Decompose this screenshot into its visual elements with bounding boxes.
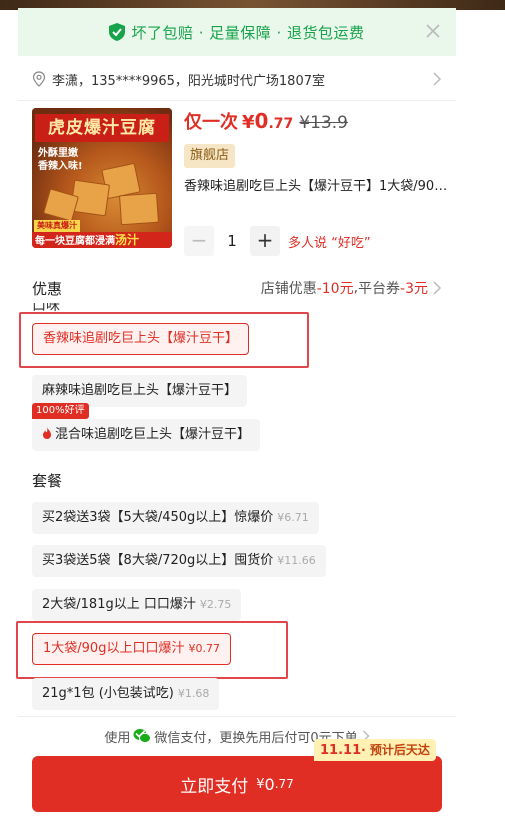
highlight-box xyxy=(16,621,288,679)
package-option[interactable]: 21g*1包 (小包装试吃) ¥1.68 xyxy=(32,678,220,710)
pay-now-button[interactable]: 立即支付 ¥ 0 .77 xyxy=(32,756,442,812)
divider xyxy=(18,716,456,717)
price-currency: ¥ xyxy=(242,112,255,133)
flavor-heading: 口味 xyxy=(32,303,60,312)
pay-button-label: 立即支付 xyxy=(180,776,249,797)
flagship-store-tag: 旗舰店 xyxy=(184,144,236,168)
package-option[interactable]: 2大袋/181g以上 口口爆汁 ¥2.75 xyxy=(32,589,242,621)
quantity-stepper: − 1 + 多人说 “好吃” xyxy=(184,226,371,256)
product-image[interactable]: 虎皮爆汁豆腐 外酥里嫩 香辣入味! 美味真爆汁 每一块豆腐都浸满汤汁 xyxy=(32,108,172,248)
pay-button-amount: 0 xyxy=(264,774,275,794)
chevron-right-icon xyxy=(433,281,442,295)
flavor-option[interactable]: 混合味追剧吃巨上头【爆汁豆干】 xyxy=(32,419,261,451)
package-option[interactable]: 买2袋送3袋【5大袋/450g以上】惊爆价 ¥6.71 xyxy=(32,502,319,534)
increase-button[interactable]: + xyxy=(250,226,280,256)
delivery-promo-badge: 11.11· 预计后天达 xyxy=(314,739,436,761)
price-integer: 0 xyxy=(254,109,269,133)
shield-check-icon xyxy=(109,23,126,41)
price-row: 仅一次 ¥ 0 .77 ¥13.9 xyxy=(184,108,348,136)
image-subtitle-2: 香辣入味! xyxy=(38,161,83,172)
address-text: 李潇，135****9965，阳光城时代广场1807室 xyxy=(52,73,325,89)
image-title: 虎皮爆汁豆腐 xyxy=(35,114,169,142)
price-label: 仅一次 xyxy=(184,112,238,133)
social-proof-hint: 多人说 “好吃” xyxy=(288,235,371,251)
discount-row[interactable]: 优惠 店铺优惠 -10元, 平台券 -3元 xyxy=(32,274,442,302)
price-decimal: .77 xyxy=(268,116,294,132)
product-title: 香辣味追剧吃巨上头【爆汁豆干】1大袋/90g以上口口爆汁 xyxy=(184,179,450,194)
highlight-box xyxy=(19,312,309,368)
divider xyxy=(18,100,456,101)
discount-label: 优惠 xyxy=(32,279,63,298)
image-badge: 美味真爆汁 xyxy=(34,220,80,232)
chevron-right-icon xyxy=(433,72,442,86)
package-option[interactable]: 买3袋送5袋【8大袋/720g以上】囤货价 ¥11.66 xyxy=(32,545,326,577)
discount-detail: 店铺优惠 -10元, 平台券 -3元 xyxy=(261,278,442,298)
package-heading: 套餐 xyxy=(32,472,63,490)
payment-prefix: 使用 xyxy=(104,730,131,746)
payment-method: 微信支付 xyxy=(154,730,207,746)
close-icon[interactable] xyxy=(424,22,442,40)
guarantee-banner: 坏了包赔 · 足量保障 · 退货包运费 xyxy=(18,8,456,56)
positive-review-tag: 100%好评 xyxy=(32,403,89,419)
checkout-sheet: 坏了包赔 · 足量保障 · 退货包运费 李潇，135****9965，阳光城时代… xyxy=(16,8,456,820)
original-price: ¥13.9 xyxy=(299,113,348,133)
decrease-button[interactable]: − xyxy=(184,226,214,256)
location-pin-icon xyxy=(32,71,46,87)
shipping-address[interactable]: 李潇，135****9965，阳光城时代广场1807室 xyxy=(18,64,456,94)
quantity-value[interactable]: 1 xyxy=(214,232,250,250)
pay-button-currency: ¥ xyxy=(256,776,265,792)
guarantee-text: 坏了包赔 · 足量保障 · 退货包运费 xyxy=(131,23,365,42)
image-bottom-banner: 每一块豆腐都浸满汤汁 xyxy=(32,232,172,248)
fire-icon xyxy=(43,427,51,439)
pay-button-decimal: .77 xyxy=(274,777,294,791)
wechat-pay-icon xyxy=(133,729,152,744)
